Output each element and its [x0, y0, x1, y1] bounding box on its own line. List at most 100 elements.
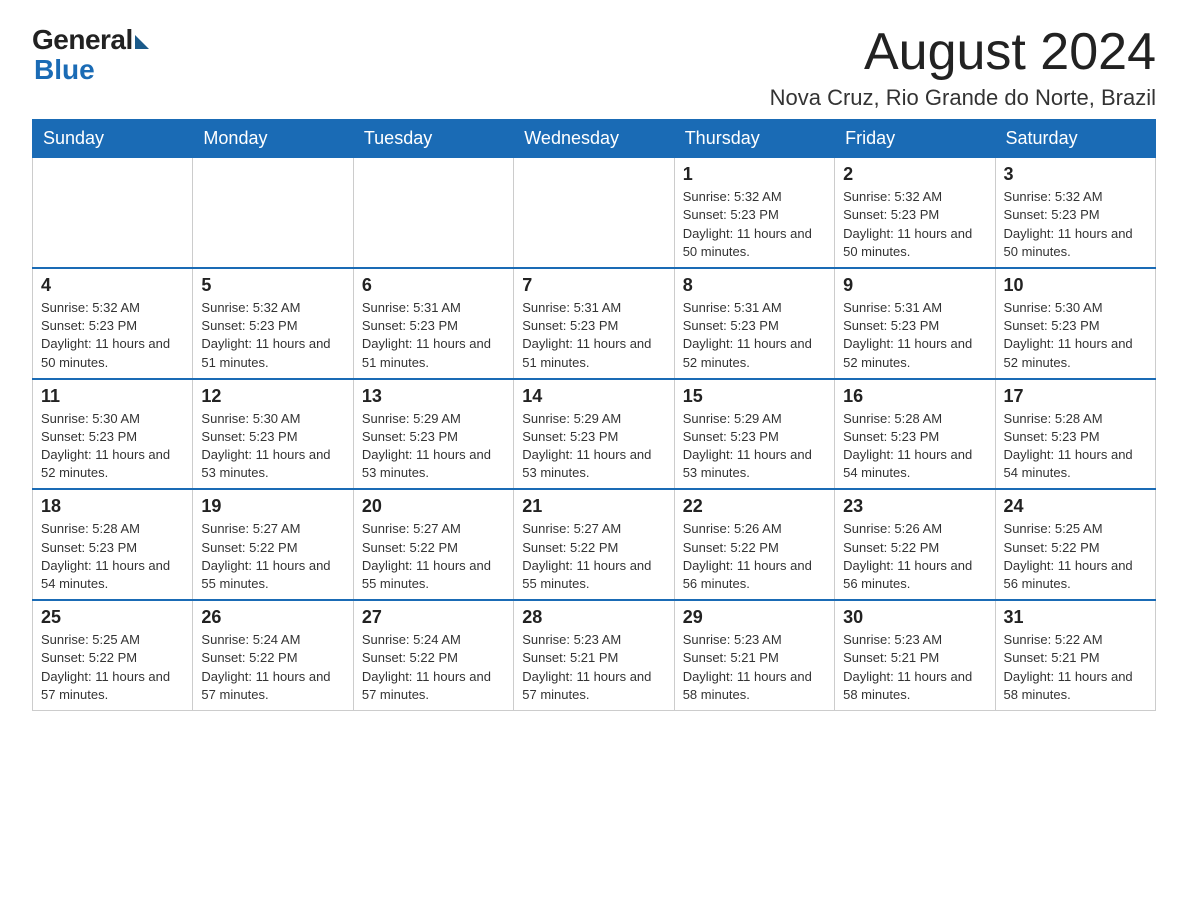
day-info: Sunrise: 5:32 AMSunset: 5:23 PMDaylight:…	[1004, 188, 1147, 261]
daylight-text: Daylight: 11 hours and 52 minutes.	[41, 447, 170, 480]
col-friday: Friday	[835, 120, 995, 158]
day-number: 16	[843, 386, 986, 407]
table-row: 2Sunrise: 5:32 AMSunset: 5:23 PMDaylight…	[835, 158, 995, 268]
table-row: 7Sunrise: 5:31 AMSunset: 5:23 PMDaylight…	[514, 268, 674, 379]
calendar-week-row: 18Sunrise: 5:28 AMSunset: 5:23 PMDayligh…	[33, 489, 1156, 600]
table-row: 23 Sunrise: 5:26 AMSunset: 5:22 PMDayligh…	[835, 489, 995, 600]
daylight-text: Daylight: 11 hours and 54 minutes.	[1004, 447, 1133, 480]
day-number: 21	[522, 496, 665, 517]
sunrise-text: Sunrise: 5:31 AM	[362, 300, 461, 315]
sunrise-text: Sunrise: 5:29 AM	[362, 411, 461, 426]
sunset-text: Sunset: 5:23 PM	[1004, 207, 1100, 222]
calendar-week-row: 25Sunrise: 5:25 AMSunset: 5:22 PMDayligh…	[33, 600, 1156, 710]
sunset-text: Sunset: 5:22 PM	[362, 650, 458, 665]
daylight-text: Daylight: 11 hours and 50 minutes.	[843, 226, 972, 259]
day-info: Sunrise: 5:24 AMSunset: 5:22 PMDaylight:…	[362, 631, 505, 704]
sunrise-text: Sunrise: 5:32 AM	[41, 300, 140, 315]
sunset-text: Sunset: 5:23 PM	[1004, 318, 1100, 333]
sunrise-text: Sunrise: 5:31 AM	[843, 300, 942, 315]
sunset-text: Sunset: 5:23 PM	[1004, 429, 1100, 444]
day-info: Sunrise: 5:29 AMSunset: 5:23 PMDaylight:…	[522, 410, 665, 483]
sunset-text: Sunset: 5:22 PM	[362, 540, 458, 555]
daylight-text: Daylight: 11 hours and 58 minutes.	[843, 669, 972, 702]
daylight-text: Daylight: 11 hours and 52 minutes.	[843, 336, 972, 369]
col-thursday: Thursday	[674, 120, 834, 158]
sunrise-text: Sunrise: 5:28 AM	[1004, 411, 1103, 426]
day-info: Sunrise: 5:32 AMSunset: 5:23 PMDaylight:…	[843, 188, 986, 261]
sunset-text: Sunset: 5:23 PM	[362, 429, 458, 444]
calendar-table: Sunday Monday Tuesday Wednesday Thursday…	[32, 119, 1156, 711]
day-number: 18	[41, 496, 184, 517]
daylight-text: Daylight: 11 hours and 52 minutes.	[683, 336, 812, 369]
logo-arrow-icon	[135, 35, 149, 49]
daylight-text: Daylight: 11 hours and 58 minutes.	[1004, 669, 1133, 702]
day-number: 1	[683, 164, 826, 185]
sunrise-text: Sunrise: 5:22 AM	[1004, 632, 1103, 647]
day-info: Sunrise: 5:29 AM Sunset: 5:23 PM Daylight:…	[362, 410, 505, 483]
sunset-text: Sunset: 5:23 PM	[362, 318, 458, 333]
daylight-text: Daylight: 11 hours and 58 minutes.	[683, 669, 812, 702]
sunset-text: Sunset: 5:22 PM	[683, 540, 779, 555]
sunrise-text: Sunrise: 5:30 AM	[41, 411, 140, 426]
table-row: 24Sunrise: 5:25 AMSunset: 5:22 PMDayligh…	[995, 489, 1155, 600]
daylight-text: Daylight: 11 hours and 55 minutes.	[522, 558, 651, 591]
logo-blue-text: Blue	[34, 54, 95, 86]
day-info: Sunrise: 5:29 AMSunset: 5:23 PMDaylight:…	[683, 410, 826, 483]
table-row: 18Sunrise: 5:28 AMSunset: 5:23 PMDayligh…	[33, 489, 193, 600]
sunrise-text: Sunrise: 5:25 AM	[1004, 521, 1103, 536]
col-monday: Monday	[193, 120, 353, 158]
daylight-text: Daylight: 11 hours and 50 minutes.	[41, 336, 170, 369]
day-number: 14	[522, 386, 665, 407]
daylight-text: Daylight: 11 hours and 50 minutes.	[1004, 226, 1133, 259]
table-row: 3Sunrise: 5:32 AMSunset: 5:23 PMDaylight…	[995, 158, 1155, 268]
table-row: 4Sunrise: 5:32 AMSunset: 5:23 PMDaylight…	[33, 268, 193, 379]
sunrise-text: Sunrise: 5:27 AM	[522, 521, 621, 536]
day-number: 13	[362, 386, 505, 407]
day-info: Sunrise: 5:26 AMSunset: 5:22 PMDaylight:…	[843, 520, 986, 593]
col-wednesday: Wednesday	[514, 120, 674, 158]
day-info: Sunrise: 5:22 AM Sunset: 5:21 PM Daylight:…	[1004, 631, 1147, 704]
sunrise-text: Sunrise: 5:28 AM	[41, 521, 140, 536]
sunset-text: Sunset: 5:21 PM	[522, 650, 618, 665]
day-number: 30	[843, 607, 986, 628]
sunset-text: Sunset: 5:21 PM	[1004, 650, 1100, 665]
col-saturday: Saturday	[995, 120, 1155, 158]
sunset-text: Sunset: 5:23 PM	[683, 207, 779, 222]
title-block: August 2024 Nova Cruz, Rio Grande do Nor…	[770, 24, 1156, 111]
daylight-text: Daylight: 11 hours and 53 minutes.	[362, 447, 491, 480]
day-info: Sunrise: 5:32 AMSunset: 5:23 PMDaylight:…	[683, 188, 826, 261]
sunset-text: Sunset: 5:23 PM	[201, 318, 297, 333]
month-title: August 2024	[770, 24, 1156, 81]
day-info: Sunrise: 5:23 AMSunset: 5:21 PMDaylight:…	[683, 631, 826, 704]
day-number: 23	[843, 496, 986, 517]
day-number: 8	[683, 275, 826, 296]
daylight-text: Daylight: 11 hours and 50 minutes.	[683, 226, 812, 259]
daylight-text: Daylight: 11 hours and 55 minutes.	[201, 558, 330, 591]
day-number: 7	[522, 275, 665, 296]
daylight-text: Daylight: 11 hours and 53 minutes.	[683, 447, 812, 480]
day-number: 15	[683, 386, 826, 407]
sunset-text: Sunset: 5:23 PM	[201, 429, 297, 444]
table-row: 16Sunrise: 5:28 AMSunset: 5:23 PMDayligh…	[835, 379, 995, 490]
day-info: Sunrise: 5:24 AMSunset: 5:22 PMDaylight:…	[201, 631, 344, 704]
day-info: Sunrise: 5:23 AMSunset: 5:21 PMDaylight:…	[843, 631, 986, 704]
col-sunday: Sunday	[33, 120, 193, 158]
daylight-text: Daylight: 11 hours and 57 minutes.	[41, 669, 170, 702]
table-row	[353, 158, 513, 268]
day-info: Sunrise: 5:25 AMSunset: 5:22 PMDaylight:…	[1004, 520, 1147, 593]
sunrise-text: Sunrise: 5:29 AM	[683, 411, 782, 426]
daylight-text: Daylight: 11 hours and 54 minutes.	[41, 558, 170, 591]
daylight-text: Daylight: 11 hours and 53 minutes.	[522, 447, 651, 480]
daylight-text: Daylight: 11 hours and 57 minutes.	[201, 669, 330, 702]
table-row: 14 Sunrise: 5:29 AMSunset: 5:23 PMDayligh…	[514, 379, 674, 490]
sunrise-text: Sunrise: 5:24 AM	[362, 632, 461, 647]
sunrise-text: Sunrise: 5:32 AM	[201, 300, 300, 315]
page-header: General Blue August 2024 Nova Cruz, Rio …	[32, 24, 1156, 111]
daylight-text: Daylight: 11 hours and 54 minutes.	[843, 447, 972, 480]
day-info: Sunrise: 5:27 AMSunset: 5:22 PMDaylight:…	[522, 520, 665, 593]
sunrise-text: Sunrise: 5:31 AM	[683, 300, 782, 315]
sunrise-text: Sunrise: 5:29 AM	[522, 411, 621, 426]
day-number: 29	[683, 607, 826, 628]
table-row: 20Sunrise: 5:27 AMSunset: 5:22 PMDayligh…	[353, 489, 513, 600]
day-number: 17	[1004, 386, 1147, 407]
